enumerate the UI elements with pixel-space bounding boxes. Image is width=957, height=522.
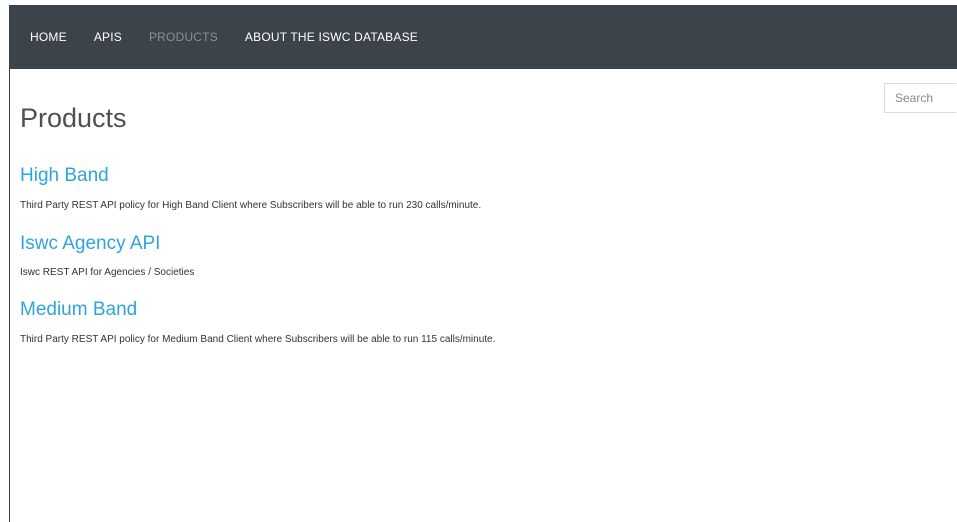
nav-item-about-iswc-database[interactable]: ABOUT THE ISWC DATABASE <box>245 30 418 44</box>
product-link-medium-band[interactable]: Medium Band <box>20 299 137 321</box>
page-frame: HOME APIS PRODUCTS ABOUT THE ISWC DATABA… <box>9 5 957 522</box>
product-link-iswc-agency-api[interactable]: Iswc Agency API <box>20 233 160 255</box>
product-description: Iswc REST API for Agencies / Societies <box>20 267 195 278</box>
nav-item-home[interactable]: HOME <box>30 30 67 44</box>
top-navbar: HOME APIS PRODUCTS ABOUT THE ISWC DATABA… <box>10 5 957 69</box>
search-input[interactable] <box>884 83 956 113</box>
product-link-high-band[interactable]: High Band <box>20 165 109 187</box>
page-title: Products <box>20 103 127 133</box>
nav-item-products[interactable]: PRODUCTS <box>149 30 218 44</box>
nav-item-apis[interactable]: APIS <box>94 30 122 44</box>
product-description: Third Party REST API policy for Medium B… <box>20 334 496 345</box>
product-description: Third Party REST API policy for High Ban… <box>20 200 482 211</box>
